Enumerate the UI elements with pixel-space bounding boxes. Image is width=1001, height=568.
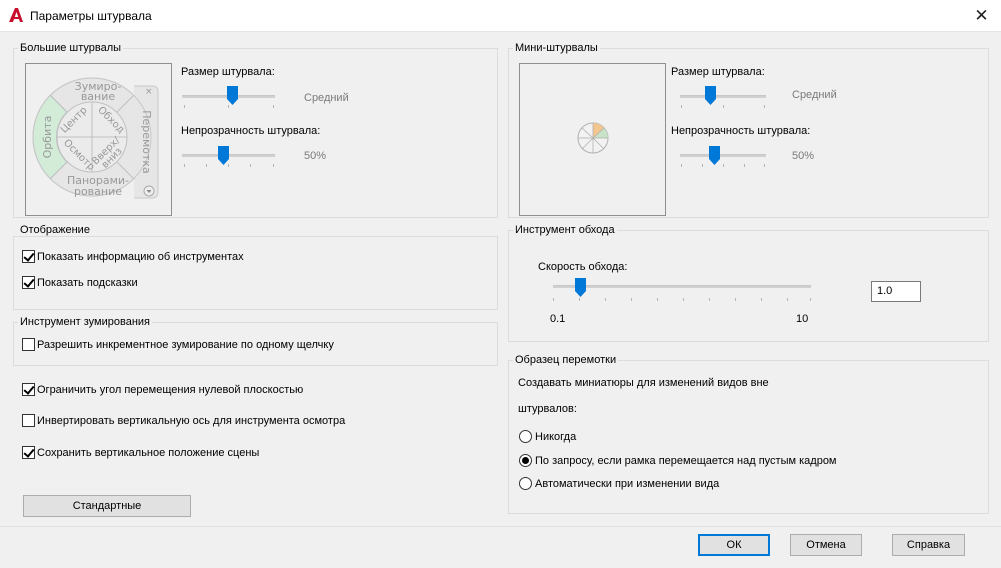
rewind-never-label[interactable]: Никогда: [535, 431, 576, 443]
rewind-description-line2: штурвалов:: [518, 403, 577, 415]
mini-size-value: Средний: [792, 89, 837, 101]
help-button[interactable]: Справка: [892, 534, 965, 556]
walk-speed-label: Скорость обхода:: [538, 261, 628, 273]
walk-speed-max-label: 10: [796, 313, 809, 325]
walk-speed-input[interactable]: 1.0: [871, 281, 921, 302]
rewind-auto-label[interactable]: Автоматически при изменении вида: [535, 478, 719, 490]
limit-angle-checkbox[interactable]: [22, 383, 35, 396]
mini-size-slider-ticks: [681, 105, 765, 108]
window-title: Параметры штурвала: [30, 9, 152, 23]
walk-speed-slider-thumb[interactable]: [575, 278, 586, 297]
wheel-orbit-label: Орбита: [41, 116, 54, 159]
mini-opacity-slider-ticks: [681, 164, 765, 167]
ok-button[interactable]: ОК: [698, 534, 770, 556]
walk-tool-title: Инструмент обхода: [513, 224, 617, 236]
keep-upright-label[interactable]: Сохранить вертикальное положение сцены: [37, 447, 259, 459]
big-opacity-value: 50%: [304, 150, 327, 162]
display-title: Отображение: [18, 224, 92, 236]
mini-opacity-label: Непрозрачность штурвала:: [671, 125, 811, 137]
mini-opacity-value: 50%: [792, 150, 815, 162]
defaults-button[interactable]: Стандартные: [23, 495, 191, 517]
rewind-title: Образец перемотки: [513, 354, 619, 366]
incremental-zoom-checkbox[interactable]: [22, 338, 35, 351]
cancel-button[interactable]: Отмена: [790, 534, 862, 556]
mini-wheel-preview: [519, 63, 666, 216]
mini-size-slider-thumb[interactable]: [705, 86, 716, 105]
big-size-slider-thumb[interactable]: [227, 86, 238, 105]
rewind-description-line1: Создавать миниатюры для изменений видов …: [518, 377, 769, 389]
big-size-value: Средний: [304, 92, 349, 104]
invert-axis-label[interactable]: Инвертировать вертикальную ось для инстр…: [37, 415, 345, 427]
wheel-pan-label-2: рование: [74, 185, 122, 198]
display-group: [13, 236, 498, 310]
mini-size-label: Размер штурвала:: [671, 66, 765, 78]
show-tool-info-label[interactable]: Показать информацию об инструментах: [37, 251, 244, 263]
show-tooltips-checkbox[interactable]: [22, 276, 35, 289]
walk-speed-slider-track[interactable]: [553, 285, 811, 288]
big-size-slider-ticks: [184, 105, 274, 108]
mini-wheel-icon: [577, 122, 609, 154]
rewind-auto-radio[interactable]: [519, 477, 532, 490]
mini-opacity-slider-track[interactable]: [680, 154, 766, 157]
zoom-tool-title: Инструмент зумирования: [18, 316, 152, 328]
full-navigation-wheel-icon: × Зумиро- вание Орбита Перемотка Панорам…: [32, 77, 159, 199]
invert-axis-checkbox[interactable]: [22, 414, 35, 427]
keep-upright-checkbox[interactable]: [22, 446, 35, 459]
big-wheel-preview: × Зумиро- вание Орбита Перемотка Панорам…: [25, 63, 172, 216]
mini-wheels-title: Мини-штурвалы: [513, 42, 600, 54]
show-tool-info-checkbox[interactable]: [22, 250, 35, 263]
mini-opacity-slider-thumb[interactable]: [709, 146, 720, 165]
show-tooltips-label[interactable]: Показать подсказки: [37, 277, 138, 289]
limit-angle-label[interactable]: Ограничить угол перемещения нулевой плос…: [37, 384, 303, 396]
big-opacity-slider-thumb[interactable]: [218, 146, 229, 165]
rewind-on-demand-radio[interactable]: [519, 454, 532, 467]
mini-size-slider-track[interactable]: [680, 95, 766, 98]
big-opacity-label: Непрозрачность штурвала:: [181, 125, 321, 137]
svg-text:×: ×: [145, 87, 153, 97]
big-opacity-slider-ticks: [184, 164, 274, 167]
walk-speed-min-label: 0.1: [550, 313, 566, 325]
rewind-on-demand-label[interactable]: По запросу, если рамка перемещается над …: [535, 455, 837, 467]
walk-speed-slider-ticks: [553, 298, 811, 301]
button-bar-divider: [0, 526, 1001, 527]
big-size-label: Размер штурвала:: [181, 66, 275, 78]
incremental-zoom-label[interactable]: Разрешить инкрементное зумирование по од…: [37, 339, 334, 351]
close-icon[interactable]: ✕: [962, 0, 1001, 31]
rewind-never-radio[interactable]: [519, 430, 532, 443]
autocad-logo-icon: [9, 8, 23, 22]
wheel-rewind-label: Перемотка: [140, 110, 153, 174]
wheel-zoom-label-2: вание: [81, 90, 116, 103]
big-wheels-title: Большие штурвалы: [18, 42, 124, 54]
